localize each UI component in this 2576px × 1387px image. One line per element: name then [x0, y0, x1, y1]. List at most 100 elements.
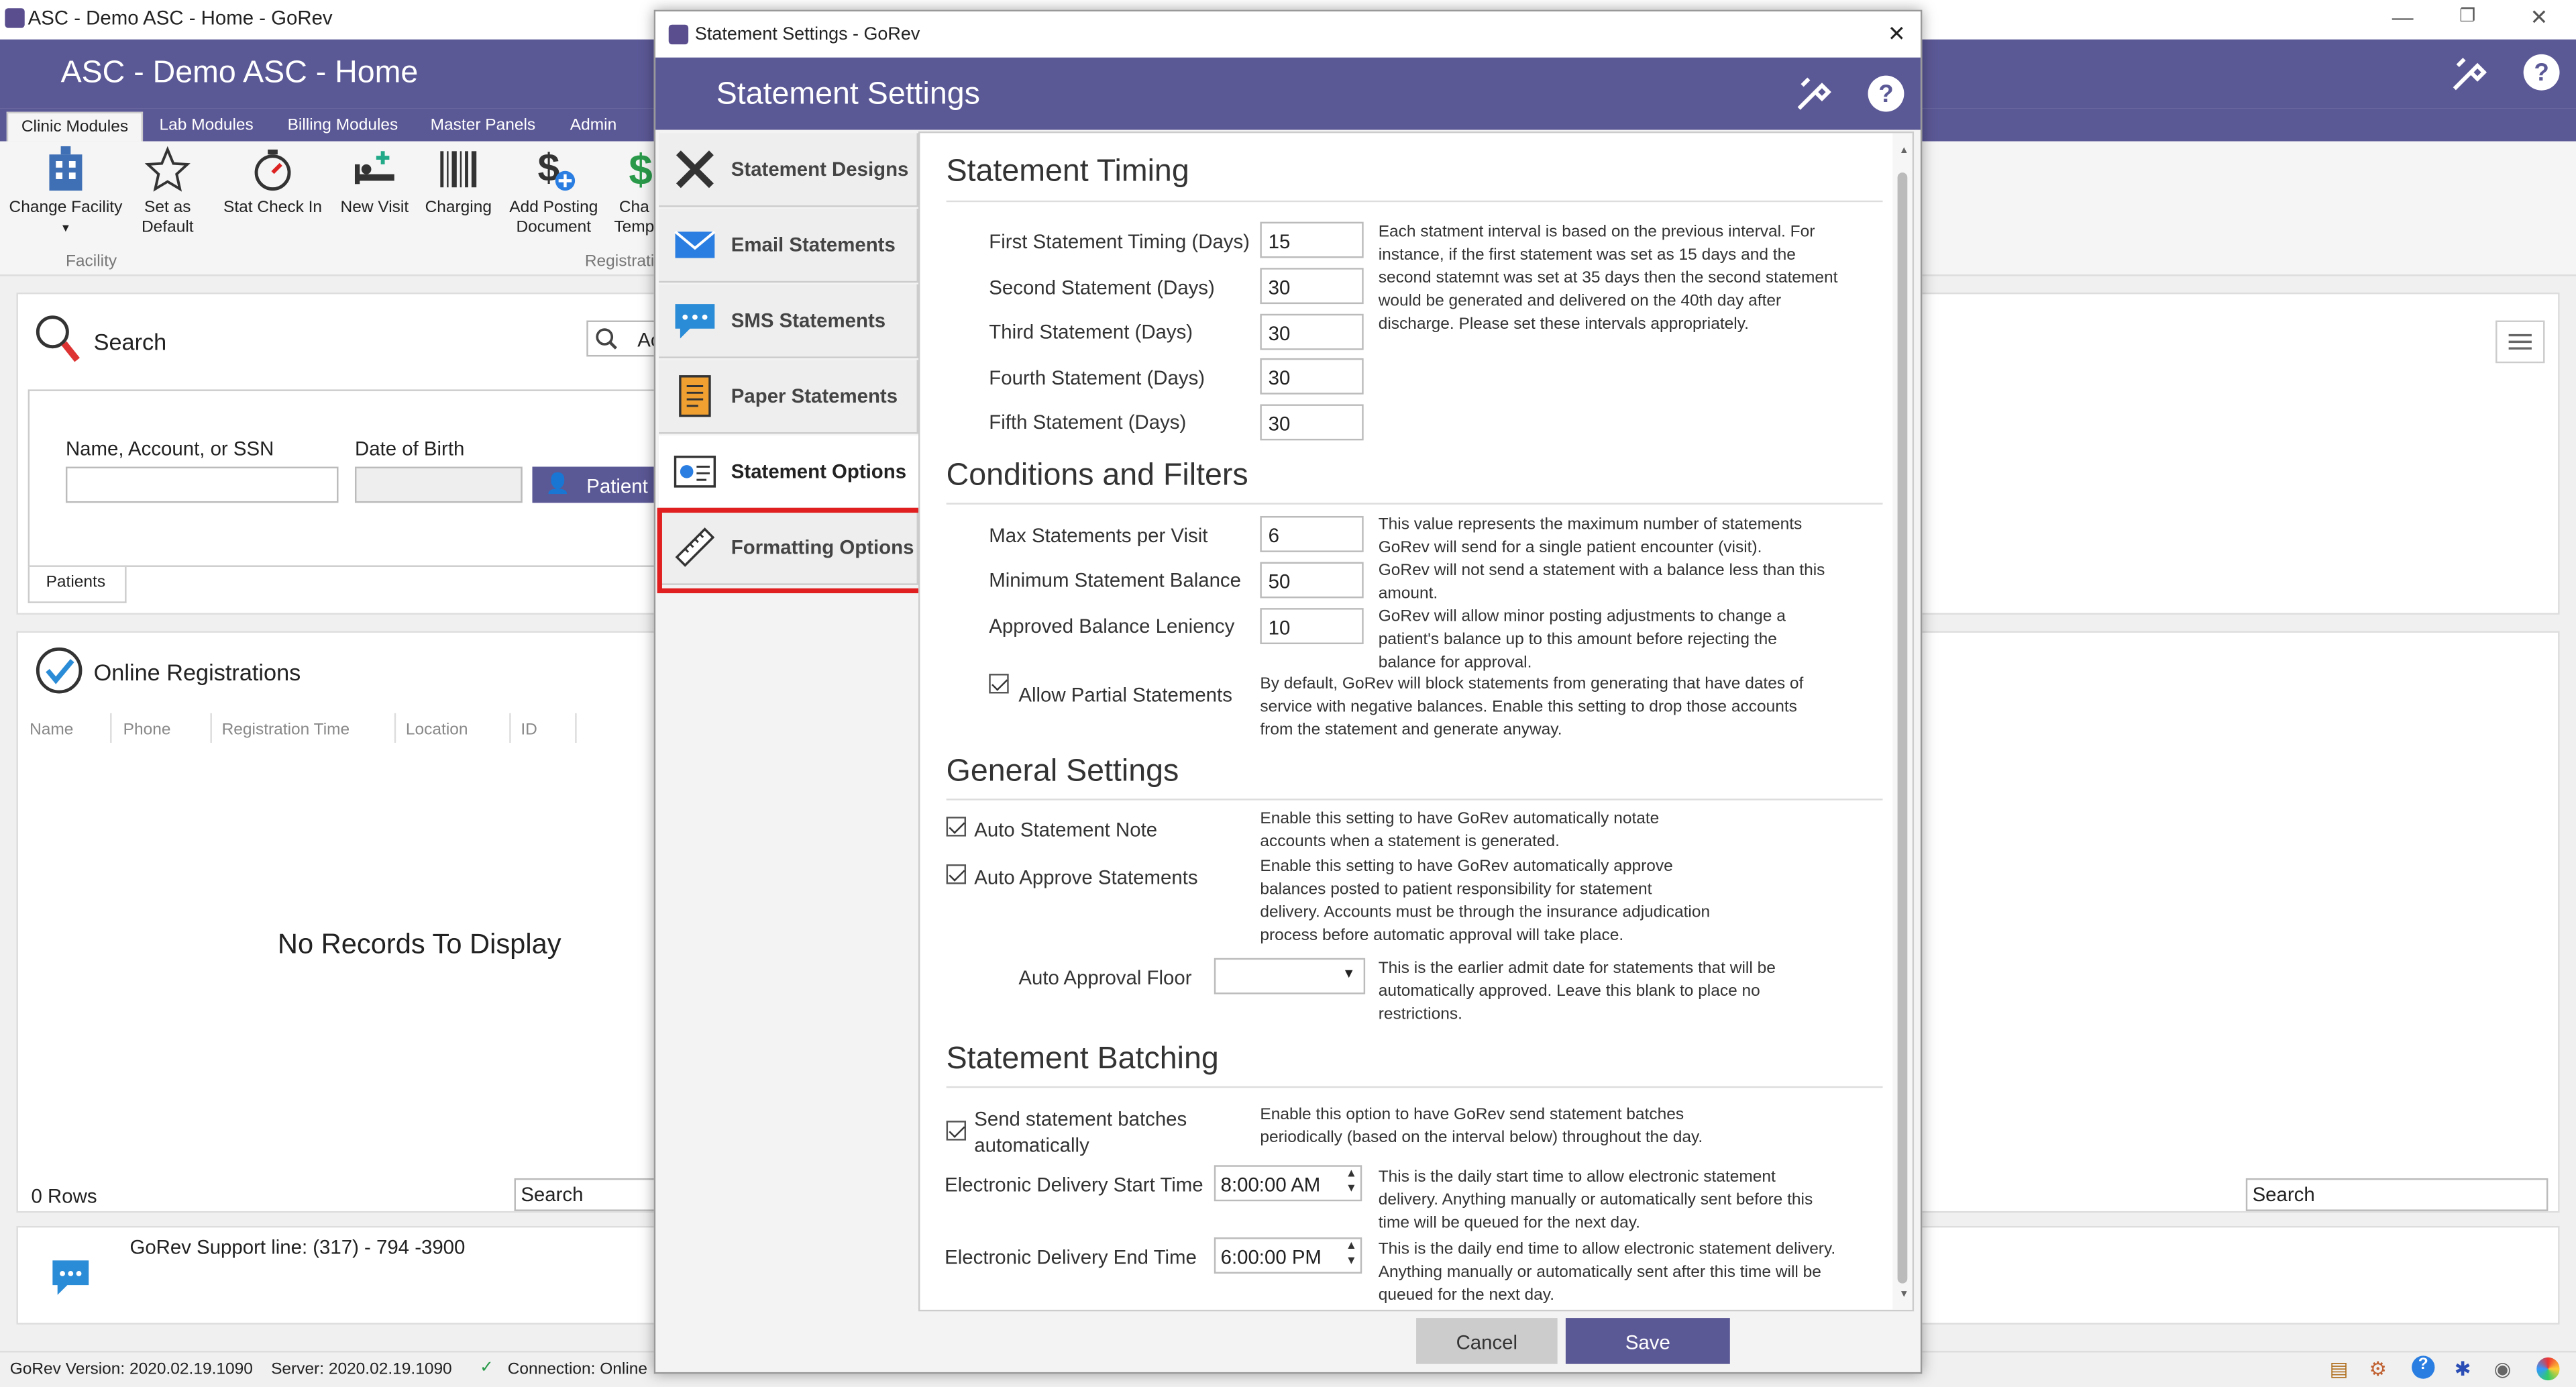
balance-leniency-input[interactable]: 10 — [1260, 608, 1364, 645]
col-location[interactable]: Location — [396, 713, 511, 743]
new-visit-button[interactable]: New Visit — [337, 145, 413, 219]
spin-down-icon[interactable]: ▼ — [1346, 1183, 1357, 1194]
highlight-box — [657, 507, 924, 594]
set-default-button[interactable]: Set as Default — [131, 145, 204, 239]
dialog-tools-icon[interactable] — [1792, 72, 1835, 115]
dob-input[interactable] — [354, 466, 523, 503]
tab-patients[interactable]: Patients — [28, 566, 127, 603]
paper-icon — [679, 375, 711, 417]
auto-approve-checkbox[interactable] — [946, 864, 967, 884]
dollar-icon: $ — [629, 146, 652, 193]
building-icon — [49, 146, 83, 191]
help-icon[interactable]: ? — [2522, 52, 2561, 92]
stopwatch-icon — [254, 149, 291, 191]
condition-label: Approved Balance Leniency — [989, 614, 1235, 638]
connection-check-icon: ✓ — [480, 1359, 494, 1378]
minimize-icon[interactable]: — — [2392, 5, 2414, 30]
cancel-button[interactable]: Cancel — [1416, 1318, 1558, 1364]
charge-template-button[interactable]: $ Cha Temp — [611, 145, 657, 239]
max-statements-description: This value represents the maximum number… — [1378, 515, 1803, 558]
spin-down-icon[interactable]: ▼ — [1346, 1255, 1357, 1267]
sidebar-label: Paper Statements — [731, 384, 898, 408]
end-time-input[interactable]: 6:00:00 PM ▲ ▼ — [1214, 1237, 1362, 1274]
browser-icon[interactable] — [2536, 1357, 2560, 1381]
sidebar-item-paper-statements[interactable]: Paper Statements — [659, 360, 918, 434]
notes-icon[interactable]: ▤ — [2330, 1357, 2349, 1380]
auto-note-description: Enable this setting to have GoRev automa… — [1260, 810, 1660, 852]
timing-label: Third Statement (Days) — [989, 320, 1193, 344]
tab-admin[interactable]: Admin — [557, 112, 630, 142]
divider — [946, 799, 1883, 801]
second-statement-input[interactable]: 30 — [1260, 268, 1364, 305]
auto-note-checkbox[interactable] — [946, 817, 967, 837]
balance-leniency-description: GoRev will allow minor posting adjustmen… — [1378, 608, 1786, 672]
sidebar-item-statement-options[interactable]: Statement Options — [659, 435, 918, 510]
search-icon — [36, 315, 80, 362]
new-visit-label: New Visit — [340, 199, 409, 217]
connection-text: Connection: Online — [507, 1360, 648, 1379]
scroll-down-icon[interactable]: ▼ — [1899, 1290, 1909, 1300]
minimum-balance-input[interactable]: 50 — [1260, 562, 1364, 599]
dialog-close-icon[interactable]: ✕ — [1888, 21, 1906, 48]
tab-billing-modules[interactable]: Billing Modules — [274, 112, 411, 142]
tools-icon[interactable] — [2448, 52, 2491, 95]
col-name[interactable]: Name — [19, 713, 112, 743]
close-icon[interactable]: ✕ — [2530, 5, 2548, 31]
help-status-icon[interactable]: ? — [2412, 1355, 2435, 1379]
fourth-statement-input[interactable]: 30 — [1260, 358, 1364, 395]
bug-icon[interactable]: ✱ — [2455, 1357, 2471, 1380]
dialog-help-icon[interactable]: ? — [1866, 74, 1906, 113]
set-default-label: Set as Default — [141, 199, 194, 237]
scroll-up-icon[interactable]: ▲ — [1899, 146, 1909, 156]
timing-label: Fourth Statement (Days) — [989, 366, 1205, 390]
page-title: ASC - Demo ASC - Home — [60, 56, 419, 91]
col-id[interactable]: ID — [511, 713, 577, 743]
chevron-down-icon: ▾ — [62, 220, 69, 236]
col-phone[interactable]: Phone — [113, 713, 212, 743]
auto-approval-floor-select[interactable]: ▼ — [1214, 958, 1366, 994]
stat-check-in-button[interactable]: Stat Check In — [220, 145, 325, 219]
server-text: Server: 2020.02.19.1090 — [271, 1360, 452, 1379]
sidebar-item-statement-designs[interactable]: Statement Designs — [659, 133, 918, 207]
menu-button[interactable] — [2496, 320, 2545, 364]
first-statement-input[interactable]: 15 — [1260, 221, 1364, 258]
tab-lab-modules[interactable]: Lab Modules — [146, 112, 266, 142]
name-input[interactable] — [65, 466, 339, 503]
tools-status-icon[interactable]: ⚙ — [2369, 1357, 2386, 1380]
spin-up-icon[interactable]: ▲ — [1346, 1241, 1357, 1252]
section-general-settings: General Settings — [946, 754, 1179, 789]
spin-up-icon[interactable]: ▲ — [1346, 1168, 1357, 1180]
end-time-value: 6:00:00 PM — [1220, 1245, 1322, 1269]
sidebar-item-sms-statements[interactable]: SMS Statements — [659, 284, 918, 358]
restore-icon[interactable]: ❐ — [2459, 5, 2475, 26]
dialog-titlebar: Statement Settings - GoRev ✕ — [655, 11, 1921, 58]
registrations-search-input[interactable]: Search — [514, 1178, 669, 1211]
remote-icon[interactable]: ◉ — [2494, 1357, 2512, 1380]
svg-text:?: ? — [1878, 80, 1893, 107]
save-button[interactable]: Save — [1565, 1318, 1730, 1364]
support-line: GoRev Support line: (317) - 794 -3900 — [129, 1235, 466, 1259]
sidebar-item-email-statements[interactable]: Email Statements — [659, 209, 918, 283]
charging-button[interactable]: Charging — [421, 145, 496, 219]
empty-message: No Records To Display — [277, 928, 561, 960]
scroll-thumb[interactable] — [1897, 172, 1908, 1284]
right-search-input[interactable]: Search — [2245, 1178, 2548, 1211]
charging-label: Charging — [425, 199, 492, 217]
fifth-statement-input[interactable]: 30 — [1260, 404, 1364, 441]
allow-partial-checkbox[interactable] — [989, 674, 1009, 694]
start-time-input[interactable]: 8:00:00 AM ▲ ▼ — [1214, 1165, 1362, 1202]
change-facility-button[interactable]: Change Facility ▾ — [7, 145, 125, 239]
dialog-window-title: Statement Settings - GoRev — [694, 24, 920, 45]
condition-label: Max Statements per Visit — [989, 524, 1208, 548]
sidebar-label: SMS Statements — [731, 309, 886, 332]
max-statements-input[interactable]: 6 — [1260, 515, 1364, 552]
col-registration-time[interactable]: Registration Time — [212, 713, 396, 743]
third-statement-input[interactable]: 30 — [1260, 313, 1364, 350]
tab-clinic-modules[interactable]: Clinic Modules — [6, 111, 144, 142]
send-batches-checkbox[interactable] — [946, 1121, 967, 1141]
scrollbar[interactable]: ▲ ▼ — [1892, 133, 1913, 1310]
add-posting-document-button[interactable]: $ Add Posting Document — [506, 145, 601, 239]
tab-master-panels[interactable]: Master Panels — [417, 112, 549, 142]
check-circle-icon — [36, 647, 83, 694]
section-conditions-filters: Conditions and Filters — [946, 458, 1248, 493]
